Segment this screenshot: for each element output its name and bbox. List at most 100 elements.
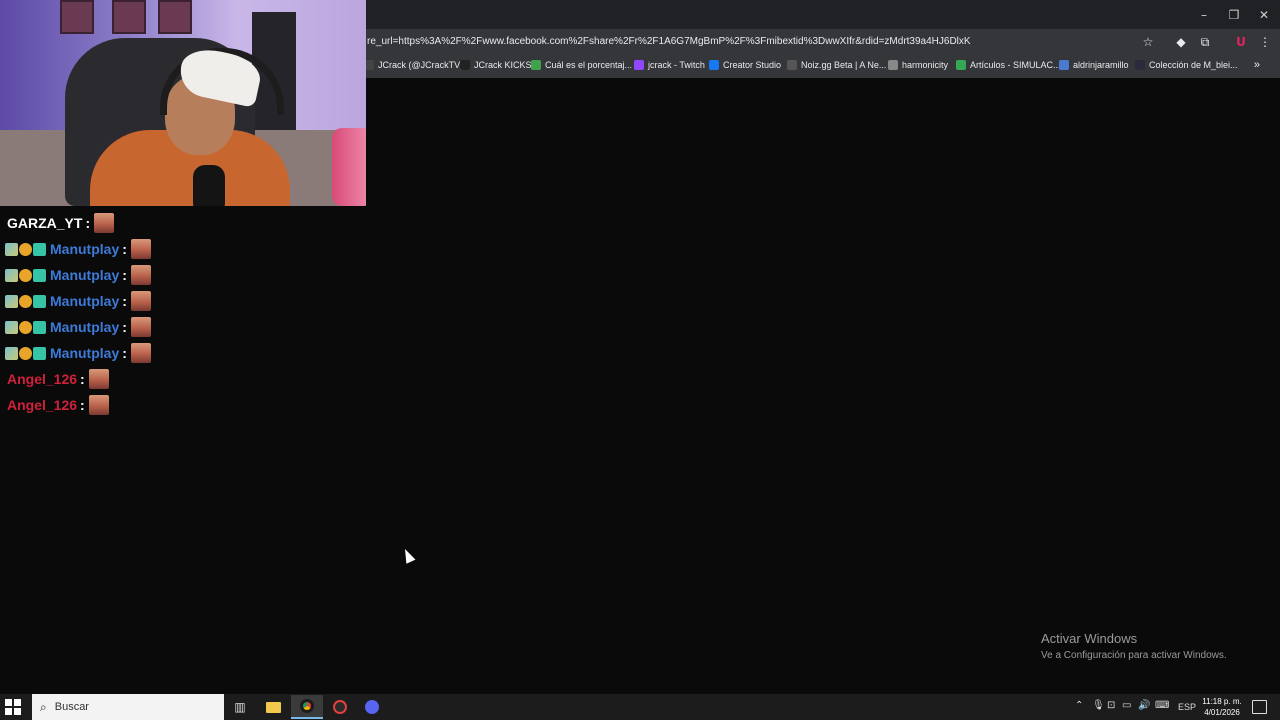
badge-icon (5, 346, 18, 360)
emote-icon (88, 369, 109, 389)
star-icon[interactable]: ☆ (1139, 33, 1157, 51)
emote-icon (88, 395, 109, 415)
badge-icon (5, 242, 18, 256)
bookmark-item[interactable]: harmonicity (888, 60, 948, 70)
badge-icon (19, 320, 32, 334)
badge-icon (33, 346, 46, 360)
profile-icon[interactable]: U (1232, 33, 1250, 51)
bookmark-item[interactable]: aldrinjaramillo (1059, 60, 1129, 70)
folder-icon (265, 701, 281, 713)
chat-separator: : (122, 345, 127, 361)
chat-username: GARZA_YT (7, 215, 83, 231)
drive-icon (956, 60, 966, 70)
microphone (193, 165, 225, 206)
chat-username: Manutplay (50, 267, 120, 283)
discord-icon (365, 700, 379, 714)
chat-username: Manutplay (50, 319, 120, 335)
start-button[interactable] (5, 699, 21, 715)
taskbar: ⌕ Buscar ▥ ⌃ 🎙 ⊡ ▭ 🔊 ⌨ ESP 11:18 p. m. 4… (0, 694, 1280, 720)
taskbar-clock[interactable]: 11:18 p. m. 4/01/2026 (1196, 694, 1248, 720)
emote-icon (130, 343, 151, 363)
bookmark-item[interactable]: Colección de M_blei... (1135, 60, 1238, 70)
badge-icon (5, 320, 18, 334)
emote-icon (130, 317, 151, 337)
badge-icon (33, 294, 46, 308)
badge-icon (19, 346, 32, 360)
webcam-overlay (0, 0, 366, 206)
chat-separator: : (80, 397, 85, 413)
bookmark-item[interactable]: JCrack KICKS (460, 60, 532, 70)
badge-icon (5, 294, 18, 308)
chat-message: Angel_126: (5, 368, 109, 390)
emote-icon (130, 265, 151, 285)
poster-frame (158, 0, 192, 34)
minimize-button[interactable]: – (1189, 0, 1219, 29)
chat-message: Manutplay: (5, 316, 151, 338)
bookmark-icon (1135, 60, 1145, 70)
language-indicator[interactable]: ESP (1178, 702, 1196, 712)
file-explorer-button[interactable] (257, 695, 289, 719)
chat-username: Manutplay (50, 345, 120, 361)
app-taskbar-button[interactable] (324, 695, 356, 719)
extensions-icon[interactable]: ⧉ (1196, 33, 1214, 51)
chat-separator: : (80, 371, 85, 387)
chat-separator: : (122, 241, 127, 257)
pink-bottle (332, 128, 366, 206)
badge-icon (5, 268, 18, 282)
bookmark-item[interactable]: Artículos - SIMULAC... (956, 60, 1061, 70)
task-view-icon: ▥ (234, 700, 246, 714)
bookmark-icon (460, 60, 470, 70)
chat-message: Angel_126: (5, 394, 109, 416)
bookmark-item[interactable]: Creator Studio (709, 60, 781, 70)
chat-message: Manutplay: (5, 342, 151, 364)
windows-logo-icon (5, 699, 12, 706)
bookmarks-overflow-button[interactable]: » (1254, 59, 1260, 71)
microphone-icon[interactable]: 🎙 (1092, 700, 1105, 711)
emote-icon (130, 239, 151, 259)
notification-icon[interactable] (1252, 700, 1267, 714)
facebook-icon (709, 60, 719, 70)
bookmark-icon (531, 60, 541, 70)
chat-message: Manutplay: (5, 290, 151, 312)
bookmark-icon (888, 60, 898, 70)
search-placeholder: Buscar (54, 701, 89, 713)
page-viewport (366, 78, 1280, 694)
menu-icon[interactable]: ⋮ (1256, 33, 1274, 51)
badge-icon (33, 242, 46, 256)
chat-username: Manutplay (50, 241, 120, 257)
bookmark-item[interactable]: Noiz.gg Beta | A Ne... (787, 60, 886, 70)
activation-title: Activar Windows (1041, 631, 1138, 646)
badge-icon (33, 320, 46, 334)
clock-date: 4/01/2026 (1204, 708, 1240, 717)
badge-icon (19, 242, 32, 256)
chat-username: Angel_126 (7, 371, 78, 387)
windows-activation-watermark: Activar Windows Ve a Configuración para … (1041, 631, 1227, 661)
chat-message: Manutplay: (5, 264, 151, 286)
diamond-icon[interactable]: ◆ (1172, 33, 1190, 51)
defender-icon[interactable]: ⊡ (1107, 700, 1115, 711)
app-taskbar-button[interactable] (356, 695, 388, 719)
chrome-taskbar-button[interactable] (291, 695, 323, 719)
tray-overflow-icon[interactable]: ⌃ (1075, 700, 1083, 711)
activation-subtitle: Ve a Configuración para activar Windows. (1041, 650, 1227, 661)
keyboard-icon[interactable]: ⌨ (1155, 700, 1169, 711)
poster-frame (60, 0, 94, 34)
restore-button[interactable]: ❐ (1219, 0, 1249, 29)
chat-message: GARZA_YT: (5, 212, 115, 234)
url-field[interactable]: re_url=https%3A%2F%2Fwww.facebook.com%2F… (367, 36, 971, 47)
chat-separator: : (122, 319, 127, 335)
network-icon[interactable]: ▭ (1122, 700, 1131, 711)
bookmark-item[interactable]: jcrack - Twitch (634, 60, 705, 70)
volume-icon[interactable]: 🔊 (1138, 700, 1150, 711)
bookmark-item[interactable]: Cuál es el porcentaj... (531, 60, 632, 70)
close-button[interactable]: ✕ (1249, 0, 1279, 29)
bookmark-item[interactable]: JCrack (@JCrackTV)... (364, 60, 471, 70)
emote-icon (130, 291, 151, 311)
badge-icon (19, 268, 32, 282)
poster-frame (112, 0, 146, 34)
chat-username: Angel_126 (7, 397, 78, 413)
twitch-icon (634, 60, 644, 70)
emote-icon (94, 213, 115, 233)
task-view-button[interactable]: ▥ (224, 695, 256, 719)
taskbar-search[interactable]: ⌕ Buscar (32, 694, 224, 720)
